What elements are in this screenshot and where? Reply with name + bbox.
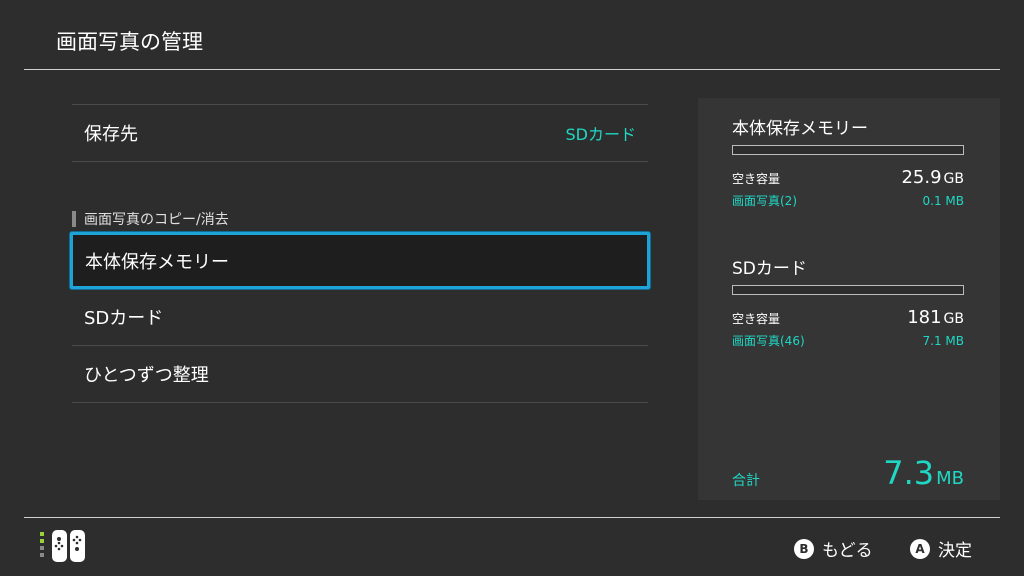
storage-bar <box>732 145 964 155</box>
system-memory-info: 本体保存メモリー 空き容量 25.9 GB 画面写真(2) 0.1 MB <box>732 114 964 209</box>
total-value: 7.3 MB <box>883 454 964 492</box>
free-space-unit: GB <box>943 311 964 327</box>
total-unit: MB <box>936 468 964 489</box>
section-title: 画面写真のコピー/消去 <box>84 212 229 228</box>
screenshots-size: 0.1 MB <box>922 194 964 208</box>
copy-item-one-by-one[interactable]: ひとつずつ整理 <box>72 346 648 403</box>
storage-title: 本体保存メモリー <box>732 119 868 139</box>
storage-panel: 本体保存メモリー 空き容量 25.9 GB 画面写真(2) 0.1 MB SDカー… <box>698 98 1000 500</box>
page-title: 画面写真の管理 <box>56 30 203 54</box>
section-marker <box>72 211 76 227</box>
free-space-label: 空き容量 <box>732 312 781 326</box>
free-space-label: 空き容量 <box>732 172 781 186</box>
copy-item-sd-card[interactable]: SDカード <box>72 289 648 346</box>
joycon-icon-svg <box>40 530 85 562</box>
copy-item-label: SDカード <box>84 308 164 329</box>
b-button-icon: B <box>794 538 814 559</box>
copy-item-system-memory[interactable]: 本体保存メモリー <box>70 232 650 289</box>
free-space-value: 25.9 <box>901 167 942 188</box>
header-divider <box>24 69 1000 70</box>
back-button[interactable]: B もどる <box>794 536 873 561</box>
free-space-value: 181 <box>907 307 942 328</box>
settings-list: 保存先 SDカード 画面写真のコピー/消去 本体保存メモリー SDカード ひとつ… <box>70 104 650 403</box>
total-number: 7.3 <box>883 454 935 492</box>
confirm-label: 決定 <box>938 541 972 561</box>
screenshots-size: 7.1 MB <box>922 334 964 348</box>
screenshots-count: 画面写真(2) <box>732 194 797 208</box>
free-space-unit: GB <box>943 171 964 187</box>
confirm-button[interactable]: A 決定 <box>910 536 972 561</box>
sd-card-info: SDカード 空き容量 181 GB 画面写真(46) 7.1 MB <box>732 254 964 349</box>
storage-title: SDカード <box>732 259 807 279</box>
section-header: 画面写真のコピー/消去 <box>72 206 648 232</box>
footer-divider <box>24 517 1000 518</box>
save-location-label: 保存先 <box>84 124 138 145</box>
save-location-row[interactable]: 保存先 SDカード <box>72 104 648 161</box>
save-location-value: SDカード <box>565 125 636 144</box>
back-label: もどる <box>822 541 873 561</box>
screenshots-count: 画面写真(46) <box>732 334 805 348</box>
copy-item-label: 本体保存メモリー <box>85 251 229 273</box>
copy-item-label: ひとつずつ整理 <box>84 365 209 386</box>
divider <box>72 161 648 162</box>
storage-bar <box>732 285 964 295</box>
a-button-icon: A <box>910 538 930 559</box>
joycon-icon <box>40 530 90 566</box>
total-label: 合計 <box>732 473 760 489</box>
